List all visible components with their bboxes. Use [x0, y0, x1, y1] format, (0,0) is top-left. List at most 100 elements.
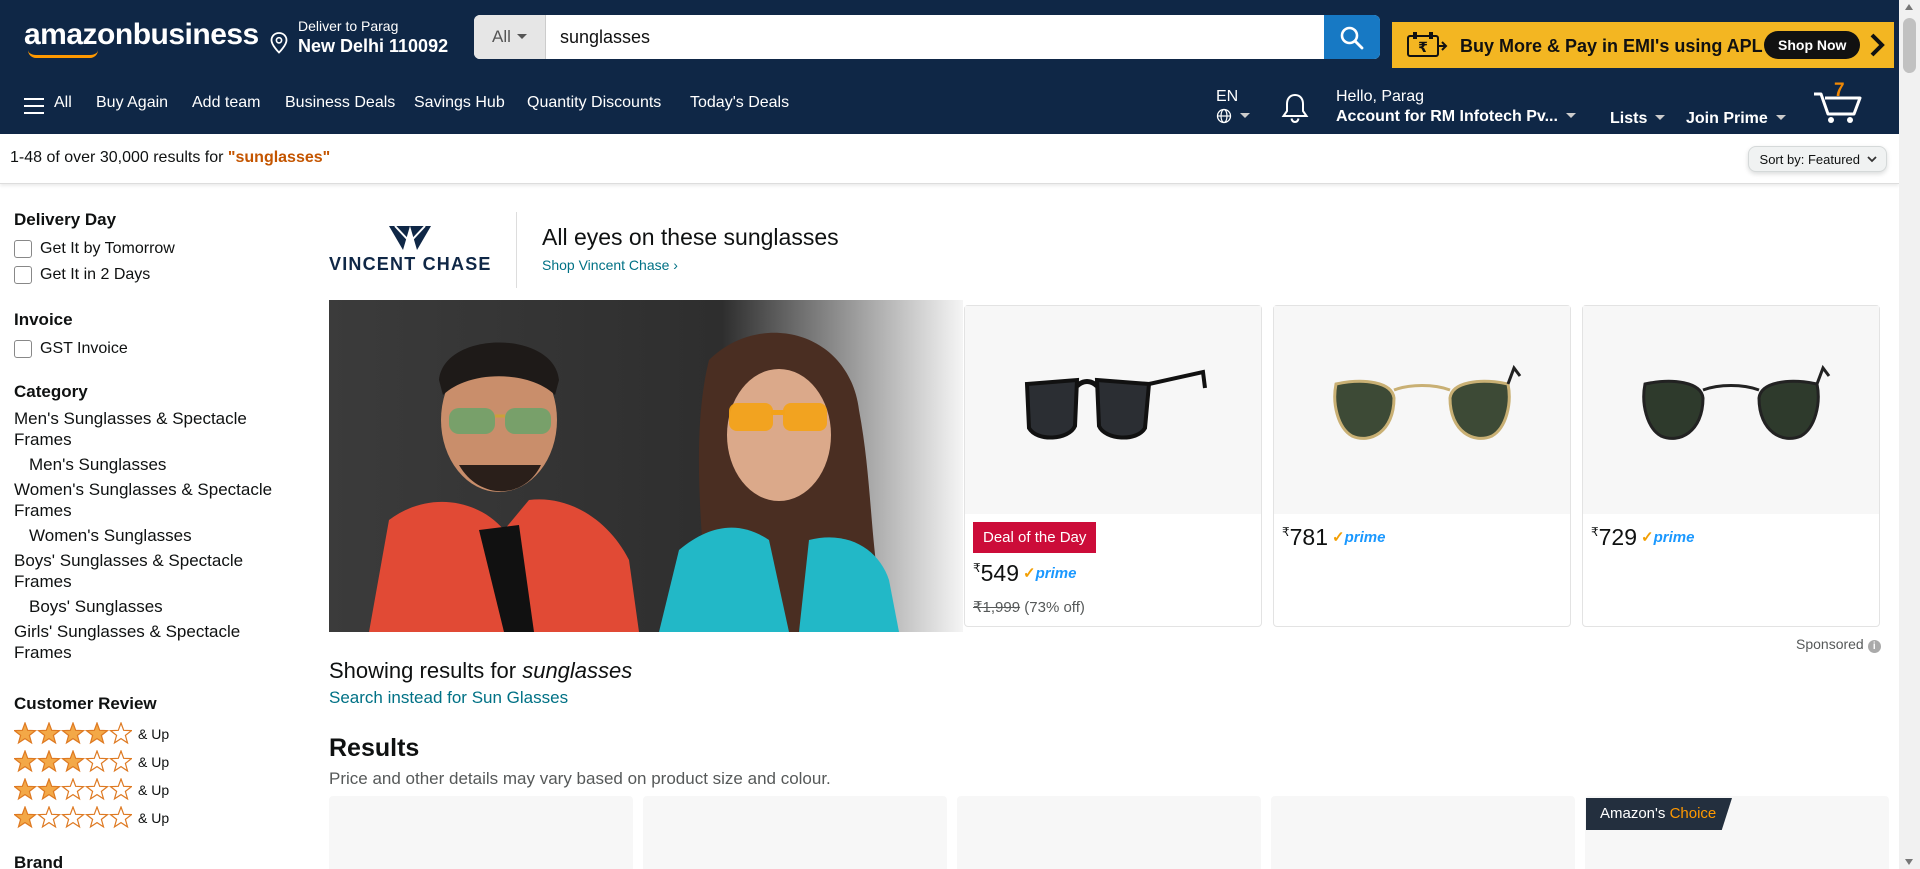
review-filter-row[interactable]: & Up: [14, 804, 169, 832]
search-category-select[interactable]: All: [474, 15, 546, 59]
showing-results-for: Showing results for sunglasses: [329, 658, 632, 684]
checkbox[interactable]: [14, 240, 32, 258]
amazon-business-logo[interactable]: amazonbusiness: [24, 18, 259, 52]
black-aviator-sunglasses-image: [1642, 364, 1831, 440]
join-prime-menu[interactable]: Join Prime: [1686, 110, 1786, 128]
choice-word: Choice: [1669, 805, 1717, 822]
category-link[interactable]: Boys' Sunglasses: [14, 596, 284, 617]
nav-quantity-discounts[interactable]: Quantity Discounts: [527, 94, 661, 112]
nav-main: All Buy Again Add team Business Deals Sa…: [0, 72, 1899, 134]
notification-bell-icon[interactable]: [1280, 92, 1310, 124]
language-selector[interactable]: EN: [1216, 88, 1250, 126]
result-card[interactable]: [643, 796, 947, 869]
nav-add-team[interactable]: Add team: [192, 94, 260, 112]
category-link[interactable]: Men's Sunglasses: [14, 454, 284, 475]
filter-get-it-tomorrow[interactable]: Get It by Tomorrow: [14, 236, 175, 262]
star-empty-icon: [108, 750, 132, 773]
chevron-right-icon[interactable]: [1868, 32, 1886, 58]
star-filled-icon: [14, 722, 38, 745]
prime-label: prime: [1035, 565, 1077, 582]
sponsored-label[interactable]: Sponsored i: [1796, 636, 1881, 653]
sort-by-dropdown[interactable]: Sort by: Featured: [1747, 146, 1887, 172]
price-value: 549: [980, 560, 1020, 586]
vincent-chase-logo[interactable]: VINCENT CHASE: [329, 224, 491, 274]
emi-rupee-icon: ₹: [1407, 32, 1448, 57]
banner-divider: [516, 212, 517, 288]
account-menu[interactable]: Hello, Parag Account for RM Infotech Pv.…: [1336, 88, 1576, 126]
shop-vincent-chase-link[interactable]: Shop Vincent Chase ›: [542, 257, 678, 273]
review-filter-row[interactable]: & Up: [14, 776, 169, 804]
star-empty-icon: [36, 806, 62, 829]
cart-button[interactable]: 7: [1812, 80, 1864, 129]
hero-image[interactable]: [329, 300, 963, 632]
category-link[interactable]: Women's Sunglasses: [14, 525, 284, 546]
product-image[interactable]: [1583, 306, 1879, 514]
nav-buy-again[interactable]: Buy Again: [96, 94, 168, 112]
scroll-down-arrow-icon[interactable]: [1905, 859, 1913, 865]
product-image[interactable]: [1274, 306, 1570, 514]
results-info-bar: 1-48 of over 30,000 results for "sunglas…: [0, 134, 1899, 184]
star-rating-icon: [14, 806, 132, 829]
promo-shop-now-button[interactable]: Shop Now: [1764, 31, 1861, 59]
emi-promo-banner[interactable]: ₹ Buy More & Pay in EMI's using APL Shop…: [1392, 22, 1894, 68]
result-card[interactable]: [1271, 796, 1575, 869]
sponsored-product-card[interactable]: Deal of the Day ₹549 ✓prime ₹1,999 (73% o…: [964, 305, 1262, 627]
sponsored-product-card[interactable]: ₹781 ✓prime: [1273, 305, 1571, 627]
result-card[interactable]: [329, 796, 633, 869]
result-card[interactable]: [957, 796, 1261, 869]
search-icon: [1340, 26, 1364, 50]
mrp-value: ₹1,999: [973, 599, 1021, 616]
brand-filter: Brand: [14, 853, 63, 869]
star-filled-icon: [84, 722, 110, 745]
customer-review-filter: Customer Review & Up & Up & Up & Up: [14, 694, 169, 832]
category-link[interactable]: Women's Sunglasses & Spectacle Frames: [14, 479, 284, 521]
chevron-down-icon: [1867, 156, 1877, 163]
search-instead-link[interactable]: Search instead for Sun Glasses: [329, 688, 568, 708]
review-up-label: & Up: [138, 810, 170, 826]
product-image[interactable]: [965, 306, 1261, 514]
sponsored-product-card[interactable]: ₹729 ✓prime: [1582, 305, 1880, 627]
star-empty-icon: [108, 722, 132, 745]
banner-headline: All eyes on these sunglasses: [542, 224, 839, 250]
star-filled-icon: [60, 750, 86, 773]
hamburger-menu-icon[interactable]: [24, 98, 44, 119]
prime-badge: ✓prime: [1641, 529, 1695, 546]
product-price: ₹549 ✓prime: [973, 560, 1076, 587]
checkbox[interactable]: [14, 340, 32, 358]
vincent-chase-wordmark: VINCENT CHASE: [329, 254, 492, 274]
filter-get-it-2-days[interactable]: Get It in 2 Days: [14, 262, 175, 288]
showing-prefix: Showing results for: [329, 658, 523, 683]
page-scrollbar[interactable]: [1899, 0, 1920, 869]
star-empty-icon: [108, 778, 132, 801]
review-up-label: & Up: [138, 782, 170, 798]
category-link[interactable]: Boys' Sunglasses & Spectacle Frames: [14, 550, 284, 592]
review-filter-row[interactable]: & Up: [14, 720, 169, 748]
language-code: EN: [1216, 88, 1239, 105]
price-value: 729: [1598, 524, 1638, 550]
search-bar: All: [474, 15, 1380, 59]
invoice-title: Invoice: [14, 310, 73, 329]
filter-gst-invoice[interactable]: GST Invoice: [14, 336, 128, 362]
delivery-day-title: Delivery Day: [14, 210, 117, 229]
nav-business-deals[interactable]: Business Deals: [285, 94, 395, 112]
search-button[interactable]: [1324, 15, 1380, 59]
product-mrp: ₹1,999 (73% off): [973, 598, 1085, 616]
category-link[interactable]: Girls' Sunglasses & Spectacle Frames: [14, 621, 284, 663]
info-icon[interactable]: i: [1867, 640, 1881, 653]
nav-savings-hub[interactable]: Savings Hub: [414, 94, 505, 112]
nav-todays-deals[interactable]: Today's Deals: [690, 94, 789, 112]
lists-menu[interactable]: Lists: [1610, 110, 1666, 128]
search-input[interactable]: [554, 15, 1294, 59]
scrollbar-thumb[interactable]: [1903, 18, 1916, 73]
nav-all[interactable]: All: [54, 94, 72, 112]
join-prime-label: Join Prime: [1686, 110, 1768, 127]
filter-label: Get It in 2 Days: [40, 266, 151, 283]
globe-icon: [1216, 108, 1232, 124]
checkbox[interactable]: [14, 266, 32, 284]
review-filter-row[interactable]: & Up: [14, 748, 169, 776]
category-link[interactable]: Men's Sunglasses & Spectacle Frames: [14, 408, 284, 450]
star-empty-icon: [108, 806, 132, 829]
prime-label: prime: [1344, 529, 1386, 546]
scroll-up-arrow-icon[interactable]: [1905, 4, 1913, 10]
delivery-day-filter: Delivery Day Get It by Tomorrow Get It i…: [14, 210, 175, 288]
